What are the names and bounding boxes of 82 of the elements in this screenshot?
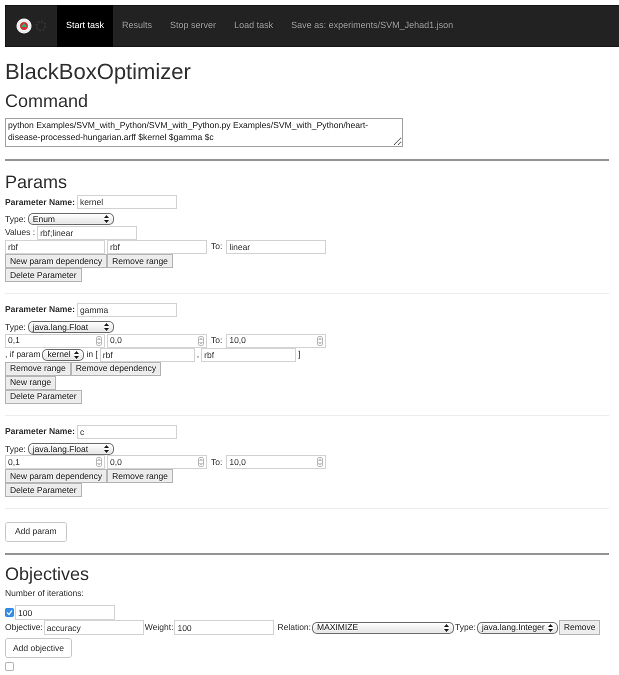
- action-button[interactable]: Remove range: [107, 254, 173, 268]
- field-label: ]: [298, 348, 301, 361]
- text-field[interactable]: rbf: [107, 240, 207, 254]
- action-button[interactable]: Delete Parameter: [5, 390, 82, 404]
- nav-link[interactable]: Stop server: [161, 5, 226, 47]
- checkbox[interactable]: [5, 662, 14, 671]
- param-select[interactable]: kernel: [42, 348, 84, 360]
- number-field[interactable]: 0,0: [107, 334, 207, 348]
- type-select[interactable]: java.lang.Integer: [476, 622, 558, 634]
- dropdown-arrows-icon: [548, 624, 553, 632]
- field-label: Values :: [5, 226, 36, 240]
- name-field[interactable]: c: [76, 424, 177, 438]
- spinner-icon: [96, 457, 102, 468]
- spinner-icon: [317, 457, 324, 468]
- command-field[interactable]: python Examples/SVM_with_Python/SVM_with_Python.py Examples/SVM_with_Python/heart-disease-processed-hungarian.arff $kernel $gamma $c: [5, 118, 403, 147]
- name-field[interactable]: gamma: [76, 302, 177, 317]
- dropdown-arrows-icon: [104, 444, 109, 453]
- field-label: Type:: [455, 621, 476, 634]
- section-heading: Params: [5, 171, 68, 193]
- field-label: Type:: [5, 213, 26, 226]
- number-field[interactable]: 10,0: [226, 334, 326, 348]
- field-label: Type:: [5, 442, 26, 456]
- field-label: Parameter Name:: [5, 303, 75, 316]
- field-label: Parameter Name:: [5, 196, 75, 208]
- number-field[interactable]: 0,1: [5, 455, 105, 470]
- spinner-icon: [317, 336, 324, 346]
- number-field[interactable]: 0,1: [5, 334, 105, 348]
- nav-link[interactable]: Start task: [57, 5, 114, 47]
- nav-link[interactable]: Save as: experiments/SVM_Jehad1.json: [282, 5, 462, 47]
- field-label: Relation:: [277, 621, 312, 634]
- action-button[interactable]: New param dependency: [5, 254, 108, 268]
- dropdown-arrows-icon: [74, 350, 80, 358]
- section-heading: Command: [5, 90, 90, 112]
- text-field[interactable]: rbf: [201, 348, 296, 362]
- field-label: Number of iterations:: [5, 587, 85, 600]
- field-label: in [: [86, 348, 98, 361]
- dropdown-arrows-icon: [104, 215, 109, 224]
- action-button[interactable]: Delete Parameter: [5, 268, 82, 282]
- field-label: To:: [210, 240, 224, 254]
- action-button[interactable]: Remove dependency: [70, 362, 162, 376]
- text-field[interactable]: linear: [226, 240, 326, 254]
- text-field[interactable]: rbf: [5, 240, 105, 254]
- field-label: To:: [210, 456, 224, 469]
- section-heading: Objectives: [5, 563, 90, 586]
- field-label: , if param: [5, 348, 40, 361]
- type-select[interactable]: java.lang.Float: [28, 321, 114, 334]
- dropdown-arrows-icon: [444, 624, 450, 632]
- field-label: ,: [196, 348, 200, 361]
- action-button[interactable]: Remove range: [5, 362, 71, 376]
- field-label: Objective:: [5, 621, 43, 634]
- add-param-button[interactable]: Add param: [5, 522, 67, 542]
- spinner-icon: [198, 336, 204, 346]
- field-label: Type:: [5, 320, 26, 334]
- text-field[interactable]: rbf: [100, 348, 195, 362]
- checkmark-icon: [6, 609, 13, 616]
- objective-field[interactable]: accuracy: [44, 620, 144, 635]
- number-field[interactable]: 10,0: [226, 455, 326, 470]
- nav-link[interactable]: Results: [113, 5, 162, 47]
- values-field[interactable]: rbf;linear: [37, 226, 138, 240]
- page-title: BlackBoxOptimizer: [5, 59, 192, 85]
- action-button[interactable]: Delete Parameter: [5, 483, 82, 498]
- number-field[interactable]: 0,0: [107, 455, 207, 470]
- type-select[interactable]: java.lang.Float: [28, 442, 114, 455]
- weight-field[interactable]: 100: [174, 620, 274, 635]
- type-select[interactable]: Enum: [28, 213, 114, 226]
- action-button[interactable]: New range: [5, 376, 56, 390]
- dropdown-arrows-icon: [104, 323, 109, 332]
- nav-link[interactable]: Load task: [225, 5, 282, 47]
- field-label: To:: [210, 334, 224, 347]
- remove-button[interactable]: Remove: [558, 620, 600, 635]
- emblem-icon: [16, 18, 32, 34]
- field-label: Weight:: [144, 621, 174, 634]
- spinner-icon: [96, 336, 102, 346]
- relation-select[interactable]: MAXIMIZE: [312, 622, 454, 634]
- action-button[interactable]: Remove range: [107, 469, 173, 484]
- field-label: Parameter Name:: [5, 425, 75, 438]
- add-objective-button[interactable]: Add objective: [5, 638, 72, 658]
- spinner-icon: [198, 457, 204, 468]
- iterations-field[interactable]: 100: [15, 605, 115, 620]
- checkbox[interactable]: [5, 608, 14, 617]
- action-button[interactable]: New param dependency: [5, 469, 108, 484]
- name-field[interactable]: kernel: [76, 195, 177, 209]
